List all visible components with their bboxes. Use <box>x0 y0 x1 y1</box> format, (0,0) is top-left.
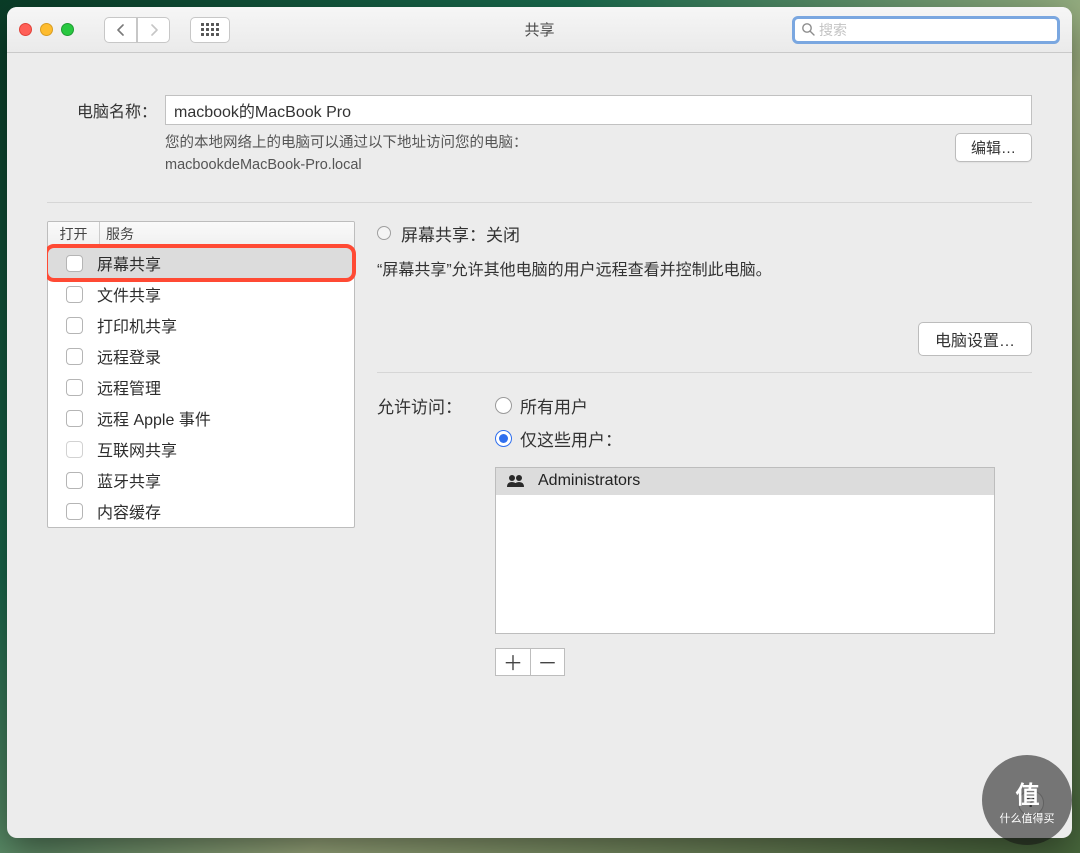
search-icon <box>801 22 815 38</box>
checkbox-remote-login[interactable] <box>66 348 83 365</box>
search-input[interactable]: 搜索 <box>792 16 1060 44</box>
allowed-users-list[interactable]: Administrators <box>495 467 995 634</box>
status-row: 屏幕共享：关闭 <box>377 221 1032 246</box>
service-bluetooth-sharing[interactable]: 蓝牙共享 <box>48 465 354 496</box>
computer-name-description: 您的本地网络上的电脑可以通过以下地址访问您的电脑： macbookdeMacBo… <box>165 133 955 177</box>
edit-button[interactable]: 编辑… <box>955 133 1032 162</box>
column-open[interactable]: 打开 <box>48 222 100 247</box>
checkbox-bluetooth-sharing[interactable] <box>66 472 83 489</box>
services-sidebar: 打开 服务 屏幕共享 文件共享 <box>47 221 355 528</box>
checkbox-remote-management[interactable] <box>66 379 83 396</box>
user-row-administrators[interactable]: Administrators <box>496 468 994 495</box>
access-row: 允许访问： 所有用户 仅这些用户： <box>377 393 1032 676</box>
search-placeholder: 搜索 <box>819 20 847 40</box>
grid-icon <box>201 23 219 36</box>
service-file-sharing[interactable]: 文件共享 <box>48 279 354 310</box>
close-window-button[interactable] <box>19 23 32 36</box>
computer-name-row: 电脑名称： macbook的MacBook Pro <box>47 95 1032 125</box>
computer-name-value: macbook的MacBook Pro <box>174 98 351 122</box>
content-area: 电脑名称： macbook的MacBook Pro 您的本地网络上的电脑可以通过… <box>7 53 1072 838</box>
service-remote-management[interactable]: 远程管理 <box>48 372 354 403</box>
zoom-window-button[interactable] <box>61 23 74 36</box>
forward-button[interactable] <box>137 17 170 43</box>
checkbox-screen-sharing[interactable] <box>66 255 83 272</box>
back-button[interactable] <box>104 17 137 43</box>
detail-separator <box>377 372 1032 373</box>
status-description: “屏幕共享”允许其他电脑的用户远程查看并控制此电脑。 <box>377 256 1032 280</box>
add-user-button[interactable]: ＋ <box>495 648 530 676</box>
access-options: 所有用户 仅这些用户： <box>495 393 995 676</box>
people-icon <box>506 474 526 488</box>
computer-name-label: 电脑名称： <box>47 98 165 122</box>
service-content-caching[interactable]: 内容缓存 <box>48 496 354 527</box>
service-internet-sharing[interactable]: 互联网共享 <box>48 434 354 465</box>
radio-icon <box>495 397 512 414</box>
sharing-preferences-window: 共享 搜索 电脑名称： macbook的MacBook Pro 您的本地网络上的… <box>7 7 1072 838</box>
remove-user-button[interactable]: － <box>530 648 565 676</box>
access-label: 允许访问： <box>377 393 495 418</box>
separator <box>47 202 1032 203</box>
computer-name-input[interactable]: macbook的MacBook Pro <box>165 95 1032 125</box>
user-name: Administrators <box>538 472 640 490</box>
titlebar: 共享 搜索 <box>7 7 1072 53</box>
help-button[interactable]: ? <box>1018 790 1044 816</box>
service-screen-sharing[interactable]: 屏幕共享 <box>48 248 354 279</box>
radio-all-users[interactable]: 所有用户 <box>495 393 995 418</box>
lower-area: 打开 服务 屏幕共享 文件共享 <box>47 221 1032 809</box>
search-wrap: 搜索 <box>792 16 1060 44</box>
detail-pane: 屏幕共享：关闭 “屏幕共享”允许其他电脑的用户远程查看并控制此电脑。 电脑设置…… <box>377 221 1032 809</box>
checkbox-remote-apple-events[interactable] <box>66 410 83 427</box>
window-controls <box>19 23 74 36</box>
sidebar-header: 打开 服务 <box>48 222 354 248</box>
nav-group <box>104 17 170 43</box>
service-list: 屏幕共享 文件共享 打印机共享 远程登录 <box>48 248 354 527</box>
computer-settings-button[interactable]: 电脑设置… <box>918 322 1032 356</box>
checkbox-file-sharing[interactable] <box>66 286 83 303</box>
service-printer-sharing[interactable]: 打印机共享 <box>48 310 354 341</box>
service-remote-login[interactable]: 远程登录 <box>48 341 354 372</box>
radio-only-users[interactable]: 仅这些用户： <box>495 426 995 451</box>
status-title: 屏幕共享：关闭 <box>401 221 520 246</box>
radio-icon <box>495 430 512 447</box>
checkbox-content-caching[interactable] <box>66 503 83 520</box>
computer-name-desc-row: 您的本地网络上的电脑可以通过以下地址访问您的电脑： macbookdeMacBo… <box>47 133 1032 177</box>
checkbox-printer-sharing[interactable] <box>66 317 83 334</box>
column-service[interactable]: 服务 <box>100 222 354 247</box>
minimize-window-button[interactable] <box>40 23 53 36</box>
status-indicator-icon <box>377 226 391 240</box>
user-list-buttons: ＋ － <box>495 648 995 676</box>
service-remote-apple-events[interactable]: 远程 Apple 事件 <box>48 403 354 434</box>
checkbox-internet-sharing <box>66 441 83 458</box>
show-all-button[interactable] <box>190 17 230 43</box>
